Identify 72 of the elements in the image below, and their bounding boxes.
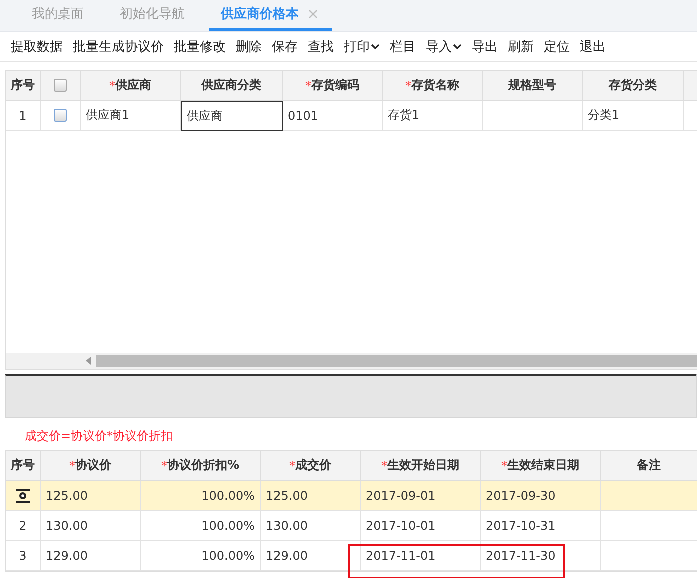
table-cell: 130.00	[41, 511, 141, 541]
column-header: 存货分类	[609, 77, 657, 94]
required-mark: *	[110, 78, 116, 92]
scroll-left-icon[interactable]	[86, 357, 92, 365]
column-header: 生效开始日期	[388, 457, 460, 474]
table-cell: 100.00%	[141, 541, 261, 571]
required-mark: *	[502, 458, 508, 472]
toolbar-button[interactable]: 退出	[575, 38, 611, 56]
table-cell: 129.00	[41, 541, 141, 571]
table-cell: 供应商1	[81, 101, 181, 131]
table-cell: 2	[6, 511, 41, 541]
table-row[interactable]: 3 129.00 100.00% 129.00 2017-11-01 2017-11-30	[6, 541, 697, 571]
toolbar-button[interactable]: 刷新	[503, 38, 539, 56]
tab-label: 我的桌面	[32, 6, 84, 22]
checkbox[interactable]	[54, 109, 67, 122]
table-cell: 3	[6, 541, 41, 571]
column-header: 序号	[11, 77, 35, 94]
column-header: 存货名称	[412, 77, 460, 94]
table-cell: 1	[6, 101, 41, 131]
toolbar-button[interactable]: 查找	[303, 38, 339, 56]
column-header: 生效结束日期	[508, 457, 580, 474]
table-cell: 2017-10-01	[361, 511, 481, 541]
toolbar-button[interactable]: 删除	[231, 38, 267, 56]
toolbar-button[interactable]: 定位	[539, 38, 575, 56]
table-cell: 125.00	[41, 481, 141, 511]
tab-label: 供应商价格本	[221, 6, 299, 22]
required-mark: *	[290, 458, 296, 472]
table-cell: 2017-09-01	[361, 481, 481, 511]
dropdown-button[interactable]: 打印	[339, 38, 385, 56]
toolbar-button[interactable]: 栏目	[385, 38, 421, 56]
table-cell: 2017-11-30	[481, 541, 601, 571]
toolbar-button[interactable]: 提取数据	[6, 38, 68, 56]
column-header: 规格型号	[508, 77, 556, 94]
table-cell: 100.00%	[141, 511, 261, 541]
table-cell: 100.00%	[141, 481, 261, 511]
column-header: 协议价折扣%	[167, 457, 240, 474]
toolbar-button[interactable]: 保存	[267, 38, 303, 56]
required-mark: *	[70, 458, 76, 472]
column-header: 备注	[637, 457, 661, 474]
column-header: 供应商分类	[202, 77, 262, 94]
dropdown-button[interactable]: 导入	[421, 38, 467, 56]
scrollbar[interactable]	[6, 353, 697, 369]
table-cell: 130.00	[261, 511, 361, 541]
toolbar-button[interactable]: 导出	[467, 38, 503, 56]
table-cell: 129.00	[261, 541, 361, 571]
gear-icon[interactable]	[16, 488, 30, 502]
table-cell: 0101	[283, 101, 383, 131]
caret-icon	[371, 44, 380, 50]
checkbox[interactable]	[54, 79, 67, 92]
column-header: 协议价	[76, 457, 112, 474]
formula-note: 成交价=协议价*协议价折扣	[25, 429, 174, 443]
input-field[interactable]: 供应商	[181, 101, 283, 131]
column-header: 存货编码	[312, 77, 360, 94]
required-mark: *	[306, 78, 312, 92]
toolbar-button[interactable]: 批量生成协议价	[68, 38, 169, 56]
table-cell: 2017-10-31	[481, 511, 601, 541]
tab-label: 初始化导航	[120, 6, 185, 22]
table-cell: 存货1	[383, 101, 483, 131]
required-mark: *	[406, 78, 412, 92]
table-cell: 分类1	[583, 101, 684, 131]
caret-icon	[453, 44, 462, 50]
required-mark: *	[382, 458, 388, 472]
column-header: 序号	[11, 457, 35, 474]
required-mark: *	[161, 458, 168, 472]
table-row[interactable]: 125.00 100.00% 125.00 2017-09-01 2017-09-30	[6, 481, 697, 511]
table-cell: 125.00	[261, 481, 361, 511]
toolbar-button[interactable]: 批量修改	[169, 38, 231, 56]
table-cell: 2017-11-01	[361, 541, 481, 571]
column-header: 成交价	[296, 457, 332, 474]
table-cell: 2017-09-30	[481, 481, 601, 511]
column-header: 供应商	[116, 77, 152, 94]
table-row[interactable]: 2 130.00 100.00% 130.00 2017-10-01 2017-10-31	[6, 511, 697, 541]
